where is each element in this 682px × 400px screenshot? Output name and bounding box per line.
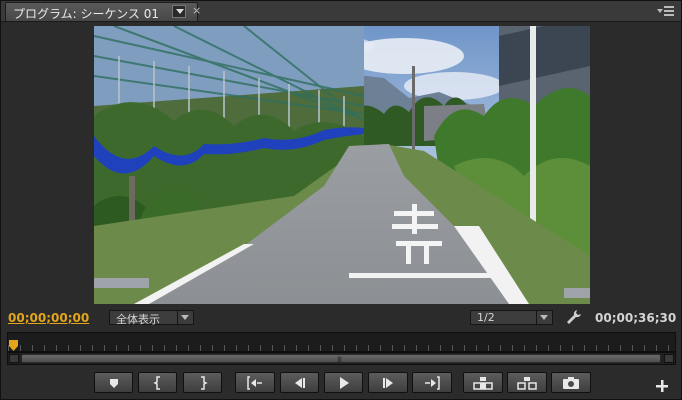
- play-icon: [339, 376, 349, 389]
- marker-icon: [109, 378, 118, 388]
- sequence-dropdown-icon[interactable]: [172, 5, 186, 18]
- go-to-in-icon: [247, 375, 262, 390]
- video-preview: [94, 26, 590, 304]
- export-frame-button[interactable]: [551, 372, 591, 393]
- zoom-level-value: 全体表示: [116, 313, 160, 326]
- go-to-in-button[interactable]: [235, 372, 275, 393]
- panel-tab-bar: プログラム: シーケンス 01 ×: [1, 1, 681, 22]
- play-button[interactable]: [324, 372, 363, 393]
- mark-in-button[interactable]: [138, 372, 177, 393]
- chevron-down-icon: [536, 311, 552, 324]
- wrench-icon[interactable]: [565, 309, 583, 325]
- zoom-level-select[interactable]: 全体表示: [109, 310, 194, 326]
- lift-button[interactable]: [463, 372, 503, 393]
- step-back-icon: [294, 377, 305, 388]
- tab-title: プログラム: シーケンス 01: [13, 7, 159, 21]
- zoom-scrollbar[interactable]: |||: [7, 352, 676, 365]
- playhead-icon[interactable]: [9, 337, 18, 351]
- go-to-out-button[interactable]: [412, 372, 452, 393]
- ruler-ticks: [8, 345, 675, 351]
- playback-resolution-value: 1/2: [477, 311, 495, 324]
- program-monitor-panel: プログラム: シーケンス 01 × 00;00;00;00 全体表示 1/2 0…: [0, 0, 682, 400]
- extract-button[interactable]: [507, 372, 547, 393]
- add-marker-button[interactable]: [94, 372, 133, 393]
- chevron-down-icon: [177, 311, 193, 324]
- plus-icon[interactable]: [656, 377, 668, 392]
- go-to-out-icon: [425, 375, 440, 390]
- lift-icon: [473, 376, 493, 390]
- step-back-button[interactable]: [280, 372, 319, 393]
- duration-timecode: 00;00;36;30: [595, 311, 677, 325]
- time-ruler[interactable]: [7, 332, 676, 352]
- panel-menu-icon[interactable]: [657, 5, 675, 17]
- playback-resolution-select[interactable]: 1/2: [470, 310, 553, 325]
- mark-in-icon: [152, 375, 160, 390]
- step-forward-icon: [383, 377, 393, 388]
- mark-out-icon: [200, 375, 208, 390]
- tab-program-monitor[interactable]: プログラム: シーケンス 01 ×: [5, 2, 201, 21]
- step-forward-button[interactable]: [368, 372, 408, 393]
- mark-out-button[interactable]: [183, 372, 222, 393]
- extract-icon: [517, 376, 537, 390]
- scrollbar-thumb[interactable]: |||: [21, 354, 661, 364]
- camera-icon: [563, 376, 579, 389]
- scrollbar-left-handle[interactable]: [9, 354, 19, 363]
- close-tab-button[interactable]: ×: [192, 4, 201, 17]
- current-timecode[interactable]: 00;00;00;00: [8, 311, 89, 325]
- scrollbar-right-handle[interactable]: [664, 354, 674, 363]
